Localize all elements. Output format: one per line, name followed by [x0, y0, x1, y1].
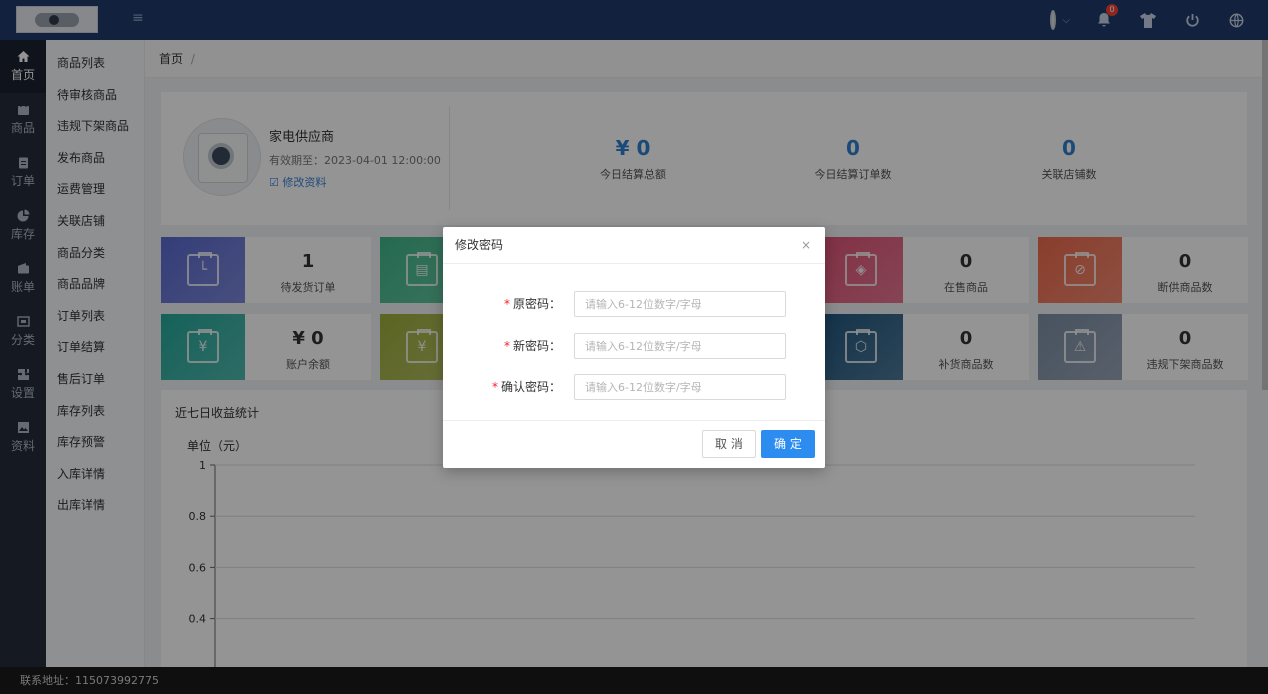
field-label: 原密码：: [512, 297, 561, 311]
required-mark: *: [503, 339, 510, 353]
new-password-label: * 新密码：: [504, 333, 561, 359]
cancel-button[interactable]: 取 消: [702, 430, 756, 458]
change-password-dialog: 修改密码 × * 原密码： * 新密码： * 确认密码： 取 消 确 定: [443, 227, 825, 468]
required-mark: *: [503, 297, 510, 311]
confirm-button[interactable]: 确 定: [761, 430, 815, 458]
new-password-input[interactable]: [574, 333, 786, 359]
form-row-confirm-password: * 确认密码：: [443, 374, 825, 400]
dialog-title: 修改密码: [455, 238, 504, 252]
close-icon[interactable]: ×: [801, 227, 811, 264]
dialog-header: 修改密码 ×: [443, 227, 825, 264]
confirm-password-input[interactable]: [574, 374, 786, 400]
dialog-footer: 取 消 确 定: [443, 420, 825, 468]
required-mark: *: [491, 380, 498, 394]
confirm-password-label: * 确认密码：: [492, 374, 561, 400]
field-label: 确认密码：: [500, 380, 561, 394]
form-row-old-password: * 原密码：: [443, 291, 825, 317]
form-row-new-password: * 新密码：: [443, 333, 825, 359]
old-password-input[interactable]: [574, 291, 786, 317]
field-label: 新密码：: [512, 339, 561, 353]
old-password-label: * 原密码：: [504, 291, 561, 317]
